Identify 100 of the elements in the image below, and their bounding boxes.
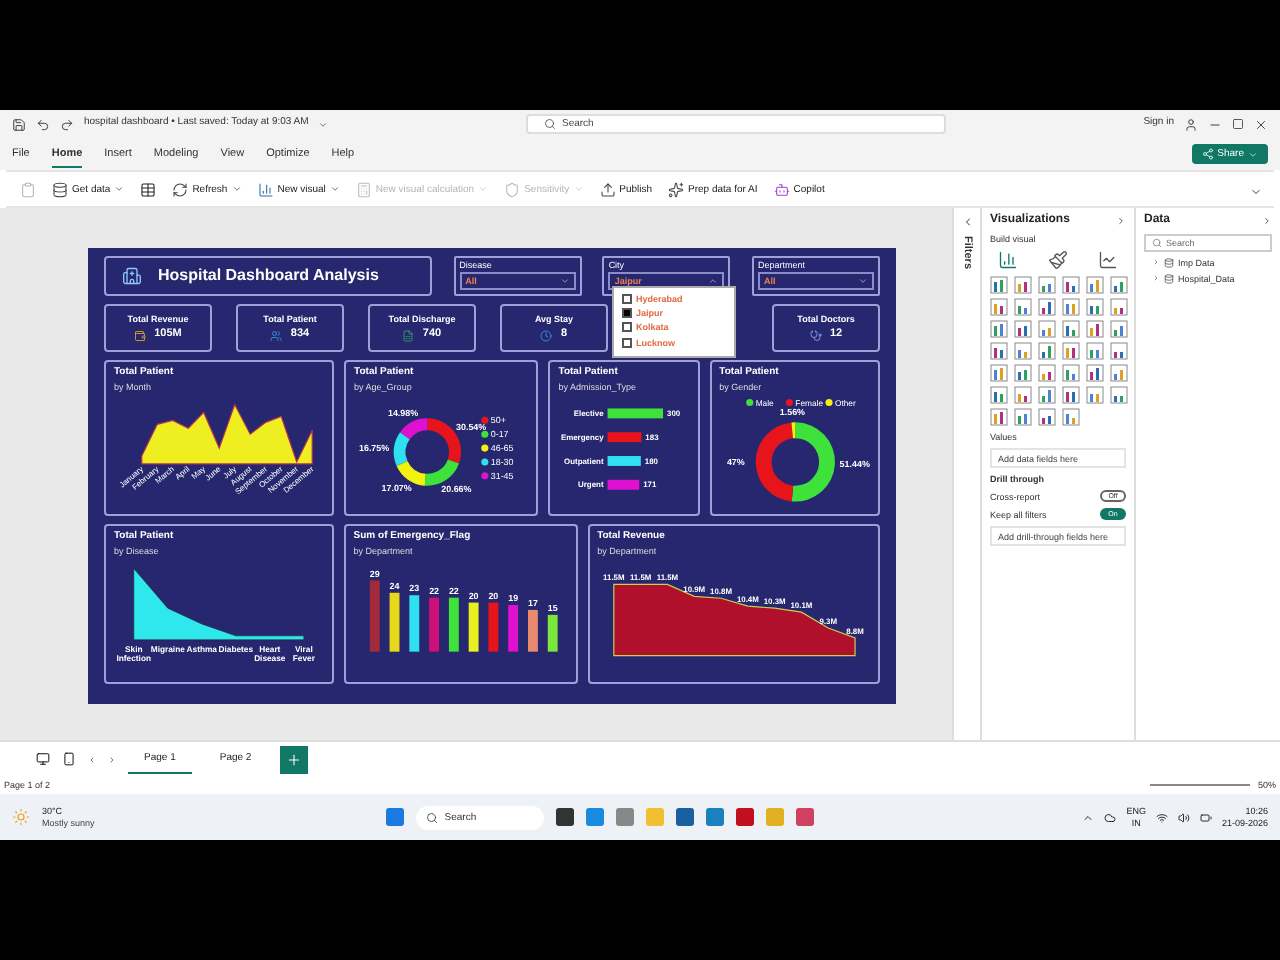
visual-type-icon[interactable] bbox=[990, 298, 1008, 317]
collapse-icon bbox=[961, 216, 973, 228]
ribbon-icon bbox=[668, 181, 685, 197]
analytics-icon bbox=[1098, 250, 1118, 271]
wifi-icon bbox=[1155, 811, 1168, 823]
visual-type-icon[interactable] bbox=[1038, 364, 1056, 383]
visual-type-icon[interactable] bbox=[1062, 320, 1080, 339]
checkbox[interactable] bbox=[622, 294, 632, 305]
cloud-icon bbox=[1104, 811, 1117, 823]
visual-type-icon[interactable] bbox=[1086, 276, 1104, 295]
ribbon-icon bbox=[355, 181, 372, 197]
visual-type-icon[interactable] bbox=[1062, 408, 1080, 427]
add-page-button[interactable] bbox=[279, 745, 308, 773]
checkbox[interactable] bbox=[622, 308, 632, 319]
bar bbox=[547, 614, 558, 652]
visual-type-icon[interactable] bbox=[990, 408, 1008, 427]
format-icon bbox=[1048, 250, 1068, 271]
checkbox[interactable] bbox=[622, 337, 632, 348]
bar bbox=[488, 602, 498, 652]
visual-type-icon[interactable] bbox=[1014, 408, 1032, 427]
visual-type-icon[interactable] bbox=[1110, 298, 1128, 317]
user-icon bbox=[1184, 117, 1198, 131]
speaker-icon bbox=[1177, 811, 1190, 823]
caret-icon bbox=[708, 276, 719, 287]
maximize-icon bbox=[1232, 118, 1244, 130]
kpi-icon bbox=[270, 329, 283, 342]
plus-icon bbox=[285, 751, 302, 767]
visual-type-icon[interactable] bbox=[1086, 320, 1104, 339]
ribbon-icon bbox=[773, 181, 790, 197]
visual-type-icon[interactable] bbox=[1038, 408, 1056, 427]
bar bbox=[408, 595, 419, 652]
caret-icon bbox=[573, 184, 584, 194]
caret-icon bbox=[559, 276, 570, 287]
ribbon-icon bbox=[599, 181, 616, 197]
visual-type-icon[interactable] bbox=[1038, 320, 1056, 339]
bar bbox=[428, 597, 439, 652]
caret-icon bbox=[478, 184, 489, 194]
visual-type-icon[interactable] bbox=[990, 276, 1008, 295]
visual-type-icon[interactable] bbox=[1086, 298, 1104, 317]
ribbon-icon bbox=[504, 181, 521, 197]
visual-type-icon[interactable] bbox=[1086, 342, 1104, 361]
visual-type-icon[interactable] bbox=[1062, 276, 1080, 295]
kpi-icon bbox=[809, 329, 822, 342]
caret-icon bbox=[857, 276, 868, 287]
visual-type-icon[interactable] bbox=[1014, 386, 1032, 405]
visual-type-icon[interactable] bbox=[1062, 386, 1080, 405]
collapse-icon bbox=[1250, 185, 1262, 197]
visual-type-icon[interactable] bbox=[1038, 276, 1056, 295]
visual-type-icon[interactable] bbox=[990, 320, 1008, 339]
bar bbox=[608, 408, 664, 419]
visual-type-icon[interactable] bbox=[1062, 298, 1080, 317]
bar bbox=[507, 604, 518, 652]
checkbox[interactable] bbox=[622, 322, 632, 333]
visual-type-icon[interactable] bbox=[1014, 320, 1032, 339]
visual-type-icon[interactable] bbox=[1062, 342, 1080, 361]
phone-icon bbox=[62, 752, 76, 766]
bar bbox=[468, 602, 479, 652]
fields-icon bbox=[998, 250, 1018, 271]
visual-type-icon[interactable] bbox=[1038, 298, 1056, 317]
visual-type-icon[interactable] bbox=[1038, 342, 1056, 361]
visual-type-icon[interactable] bbox=[1014, 342, 1032, 361]
visual-type-icon[interactable] bbox=[1086, 364, 1104, 383]
caret-icon bbox=[318, 119, 329, 129]
visual-type-icon[interactable] bbox=[990, 364, 1008, 383]
caret-icon bbox=[329, 184, 340, 194]
expand-icon bbox=[1262, 215, 1272, 226]
start-icon[interactable] bbox=[386, 808, 405, 826]
visual-type-icon[interactable] bbox=[1014, 298, 1032, 317]
share-icon bbox=[1201, 148, 1214, 160]
visual-type-icon[interactable] bbox=[1110, 342, 1128, 361]
battery-icon bbox=[1199, 811, 1212, 823]
visual-type-icon[interactable] bbox=[1038, 386, 1056, 405]
close-icon bbox=[1254, 117, 1268, 131]
visual-type-icon[interactable] bbox=[1110, 386, 1128, 405]
hospital-icon bbox=[122, 266, 142, 286]
expand-icon bbox=[1116, 215, 1126, 226]
visual-type-icon[interactable] bbox=[1014, 364, 1032, 383]
save-icon bbox=[12, 117, 26, 131]
bar bbox=[527, 609, 538, 652]
caret-icon bbox=[231, 184, 242, 194]
visual-type-icon[interactable] bbox=[990, 386, 1008, 405]
dashboard-title: Hospital Dashboard Analysis bbox=[158, 266, 379, 286]
weather-icon bbox=[12, 808, 30, 826]
visual-type-icon[interactable] bbox=[990, 342, 1008, 361]
visual-type-icon[interactable] bbox=[1110, 276, 1128, 295]
search-icon bbox=[1152, 237, 1162, 248]
visual-type-icon[interactable] bbox=[1086, 386, 1104, 405]
bar bbox=[448, 597, 459, 652]
bar bbox=[369, 580, 380, 652]
redo-icon bbox=[60, 117, 74, 131]
visual-type-icon[interactable] bbox=[1110, 364, 1128, 383]
caret-icon bbox=[114, 184, 125, 194]
visual-type-icon[interactable] bbox=[1014, 276, 1032, 295]
ribbon-icon bbox=[257, 181, 274, 197]
ribbon-icon bbox=[172, 181, 189, 197]
visual-type-icon[interactable] bbox=[1062, 364, 1080, 383]
kpi-icon bbox=[402, 329, 415, 342]
desktop-icon bbox=[36, 752, 50, 766]
visual-type-icon[interactable] bbox=[1110, 320, 1128, 339]
undo-icon bbox=[36, 117, 50, 131]
